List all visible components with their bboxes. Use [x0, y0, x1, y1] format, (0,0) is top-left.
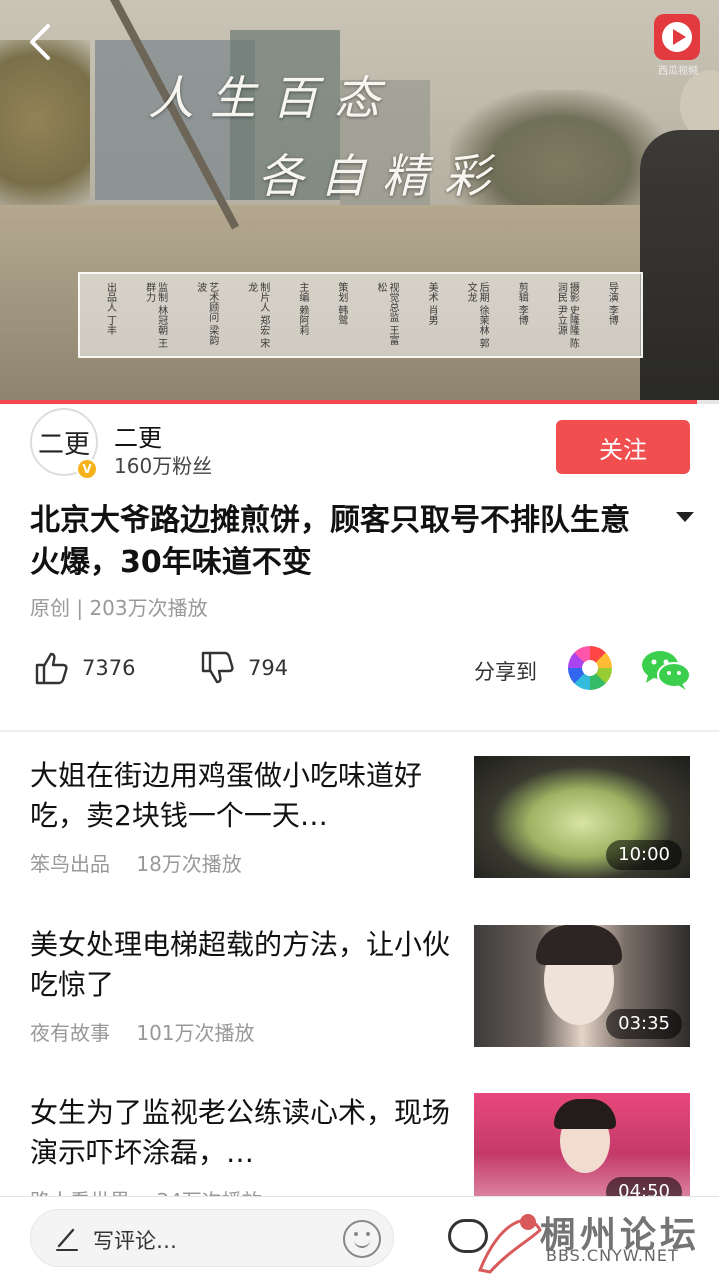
verified-badge-icon: V — [76, 458, 98, 480]
related-video-thumbnail[interactable]: 10:00 — [474, 756, 690, 878]
author-fans-count: 160万粉丝 — [114, 454, 213, 478]
expand-description-icon[interactable] — [676, 512, 694, 522]
related-video-title[interactable]: 大姐在街边用鸡蛋做小吃味道好吃，卖2块钱一个一天… — [30, 756, 450, 836]
credit-item: 摄影 史隆隆 陈润民 尹立源 — [555, 282, 579, 349]
video-overlay-line1: 人生百态 — [148, 71, 396, 125]
video-progress-fill — [0, 400, 698, 404]
credit-item: 策划 韩鹭 — [335, 282, 347, 326]
video-meta: 原创 | 203万次播放 — [30, 596, 208, 620]
wechat-share-icon[interactable] — [640, 648, 692, 692]
share-label: 分享到 — [474, 660, 537, 684]
related-video-item[interactable]: 美女处理电梯超载的方法，让小伙吃惊了 夜有故事 101万次播放 03:35 — [0, 925, 719, 1055]
credit-item: 出品人 丁丰 — [104, 282, 116, 336]
video-title: 北京大爷路边摊煎饼，顾客只取号不排队生意火爆，30年味道不变 — [30, 503, 630, 580]
credit-item: 视觉总监 王富松 — [375, 282, 398, 346]
thumbs-up-icon[interactable] — [34, 650, 70, 686]
credit-item: 制片人 郑宏 宋龙 — [245, 282, 269, 349]
credit-item: 后期 徐茉林 郭文龙 — [465, 282, 489, 349]
credit-item: 主编 赖阿莉 — [296, 282, 308, 336]
credit-item: 导演 李博 — [606, 282, 618, 326]
author-name[interactable]: 二更 — [114, 418, 162, 453]
thumbnail-hair — [536, 925, 622, 965]
thumbnail-hair — [554, 1099, 616, 1129]
action-row: 7376 794 分享到 — [30, 646, 700, 696]
related-video-plays: 101万次播放 — [136, 1021, 255, 1045]
related-video-source: 夜有故事 — [30, 1021, 110, 1045]
related-video-source: 笨鸟出品 — [30, 852, 110, 876]
related-video-title[interactable]: 女生为了监视老公练读心术，现场演示吓坏涂磊，… — [30, 1093, 450, 1173]
section-divider — [0, 730, 719, 732]
credit-item: 美术 肖男 — [426, 282, 438, 326]
moments-share-icon[interactable] — [568, 646, 612, 690]
like-count: 7376 — [82, 656, 136, 680]
video-duration: 03:35 — [606, 1009, 682, 1039]
video-player[interactable]: 人生百态 各自精彩 出品人 丁丰 监制 林冠朝 王群力 艺术顾问 梁韵波 制片人… — [0, 0, 719, 400]
app-logo-label: 西瓜视频 — [658, 66, 698, 77]
comment-input[interactable]: 写评论… — [30, 1209, 394, 1267]
dislike-count: 794 — [248, 656, 289, 680]
related-video-meta: 夜有故事 101万次播放 — [30, 1017, 275, 1046]
video-credits: 出品人 丁丰 监制 林冠朝 王群力 艺术顾问 梁韵波 制片人 郑宏 宋龙 主编 … — [78, 272, 643, 358]
related-video-item[interactable]: 大姐在街边用鸡蛋做小吃味道好吃，卖2块钱一个一天… 笨鸟出品 18万次播放 10… — [0, 756, 719, 886]
credit-item: 艺术顾问 梁韵波 — [194, 282, 218, 346]
related-video-meta: 笨鸟出品 18万次播放 — [30, 848, 262, 877]
credit-item: 监制 林冠朝 王群力 — [143, 282, 167, 349]
related-video-plays: 18万次播放 — [136, 852, 242, 876]
back-arrow-icon[interactable] — [26, 22, 56, 62]
follow-button[interactable]: 关注 — [556, 420, 690, 474]
video-frame-person — [640, 130, 719, 400]
related-video-thumbnail[interactable]: 03:35 — [474, 925, 690, 1047]
video-detail-page: 人生百态 各自精彩 出品人 丁丰 监制 林冠朝 王群力 艺术顾问 梁韵波 制片人… — [0, 0, 719, 1280]
related-video-title[interactable]: 美女处理电梯超载的方法，让小伙吃惊了 — [30, 925, 450, 1005]
thumbs-down-icon[interactable] — [200, 650, 236, 686]
emoji-icon[interactable] — [343, 1220, 381, 1258]
video-overlay-line2: 各自精彩 — [258, 149, 506, 203]
app-logo-icon — [654, 14, 700, 60]
video-progress-bar[interactable] — [0, 400, 719, 404]
comment-placeholder: 写评论… — [93, 1229, 177, 1253]
watermark-url: BBS.CNYW.NET — [546, 1246, 679, 1265]
video-duration: 10:00 — [606, 840, 682, 870]
pen-icon — [56, 1228, 78, 1251]
credit-item: 剪辑 李博 — [516, 282, 528, 326]
